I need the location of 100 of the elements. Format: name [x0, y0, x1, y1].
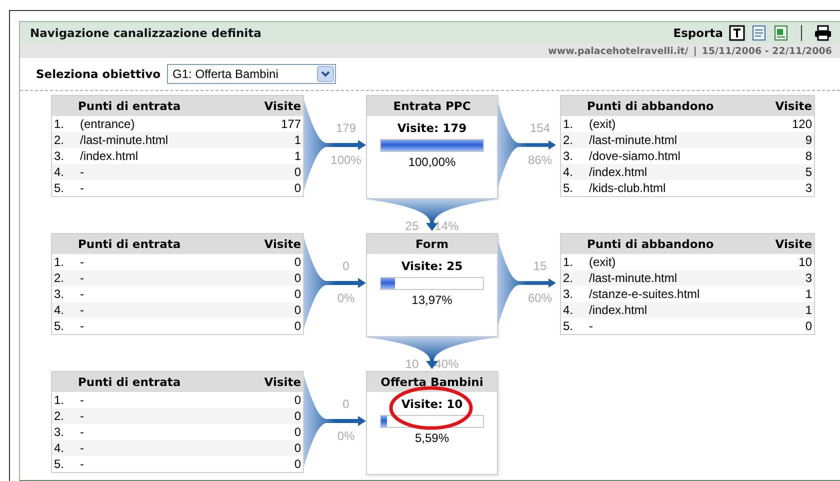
- rank-cell-text: 4.: [563, 165, 574, 179]
- page-cell-text: /index.html: [80, 149, 140, 163]
- column-heading: Punti di entrata: [78, 375, 181, 389]
- rank-cell-text: 2.: [54, 271, 66, 285]
- rank-cell-text: 5.: [54, 319, 66, 333]
- visits-cell: 8: [805, 149, 812, 163]
- page-cell-text: -: [80, 457, 85, 471]
- rank-cell-text: 1.: [563, 117, 574, 131]
- rank-cell-text: 2.: [54, 133, 66, 147]
- rank-cell-text: 3.: [54, 425, 66, 439]
- page-cell-text: -: [80, 425, 85, 439]
- page-cell-text: /stanze-e-suites.html: [589, 287, 701, 301]
- column-heading: Punti di abbandono: [587, 237, 714, 251]
- flow-count: 0: [342, 259, 350, 273]
- flow-count: 10: [405, 357, 419, 371]
- goal-label: Seleziona obiettivo: [36, 67, 161, 81]
- site-url: www.palacehotelravelli.it/: [548, 46, 688, 56]
- visits-cell: 0: [294, 441, 301, 455]
- visits-cell: 3: [805, 181, 812, 195]
- step-title: Form: [367, 234, 497, 254]
- visits-cell: 10: [798, 255, 812, 269]
- column-heading: Punti di abbandono: [587, 99, 714, 113]
- visits-cell: 5: [805, 165, 812, 179]
- page-cell-text: /last-minute.html: [589, 271, 678, 285]
- column-heading: Visite: [264, 99, 301, 113]
- rank-cell-text: 5.: [563, 181, 574, 195]
- rank-cell-text: 1.: [54, 117, 66, 131]
- page-cell-text: -: [80, 393, 85, 407]
- flow-percent: 40%: [434, 357, 459, 371]
- flow-percent: 0%: [336, 291, 356, 305]
- flow-count: 25: [405, 219, 419, 233]
- page-cell-text: -: [589, 319, 594, 333]
- spreadsheet-icon[interactable]: [773, 25, 789, 41]
- visits-cell: 0: [805, 319, 812, 333]
- rank-cell-text: 1.: [54, 393, 66, 407]
- rank-cell-text: 4.: [54, 303, 66, 317]
- step-visits: Visite: 25: [401, 259, 463, 273]
- column-heading: Visite: [775, 99, 812, 113]
- visits-cell: 0: [294, 303, 301, 317]
- step-title: Entrata PPC: [367, 96, 497, 116]
- page-cell-text: -: [80, 303, 85, 317]
- page-cell-text: /index.html: [589, 303, 648, 317]
- page-cell-text: -: [80, 165, 85, 179]
- flow-count: 0: [342, 397, 350, 411]
- visits-cell: 120: [792, 117, 812, 131]
- visits-cell: 0: [294, 165, 301, 179]
- text-file-icon[interactable]: [729, 25, 745, 41]
- visits-cell: 9: [805, 133, 812, 147]
- rank-cell-text: 2.: [563, 271, 574, 285]
- dropdown-caret-icon: [316, 66, 334, 82]
- rank-cell-text: 3.: [563, 149, 574, 163]
- flow-count: 179: [334, 121, 358, 135]
- rank-cell-text: 3.: [54, 287, 66, 301]
- report-title: Navigazione canalizzazione definita: [30, 26, 262, 40]
- page-cell-text: -: [80, 319, 85, 333]
- page-cell-text: (entrance): [80, 117, 136, 131]
- rank-cell-text: 2.: [563, 133, 574, 147]
- page-cell-text: -: [80, 287, 85, 301]
- rank-cell-text: 1.: [563, 255, 574, 269]
- page-cell-text: /last-minute.html: [80, 133, 170, 147]
- rank-cell-text: 4.: [54, 165, 66, 179]
- page-cell-text: -: [80, 255, 85, 269]
- visits-cell: 0: [294, 393, 301, 407]
- page-cell-text: /last-minute.html: [589, 133, 678, 147]
- step-visits: Visite: 179: [397, 121, 467, 135]
- page-cell-text: -: [80, 181, 85, 195]
- visits-cell: 177: [280, 117, 301, 131]
- visits-cell: 0: [294, 457, 301, 471]
- flow-percent: 86%: [526, 153, 554, 167]
- column-heading: Punti di entrata: [78, 99, 181, 113]
- visits-cell: 1: [805, 303, 812, 317]
- step-percent: 5,59%: [414, 431, 450, 445]
- goal-dropdown[interactable]: G1: Offerta Bambini: [166, 64, 336, 84]
- rank-cell-text: 4.: [563, 303, 574, 317]
- rank-cell-text: 3.: [54, 149, 66, 163]
- column-heading: Visite: [264, 237, 301, 251]
- visits-cell: 1: [805, 287, 812, 301]
- column-heading: Visite: [775, 237, 812, 251]
- rank-cell-text: 5.: [54, 181, 66, 195]
- visits-cell: 0: [294, 425, 301, 439]
- visits-cell: 0: [294, 255, 301, 269]
- step-percent: 100,00%: [408, 155, 456, 169]
- page-cell-text: /kids-club.html: [589, 181, 667, 195]
- flow-count: 15: [532, 259, 548, 273]
- page-cell-text: (exit): [589, 117, 617, 131]
- flow-percent: 0%: [336, 429, 356, 443]
- document-icon[interactable]: [751, 25, 767, 41]
- step-percent: 13,97%: [412, 293, 452, 307]
- step-title: Offerta Bambini: [367, 372, 497, 392]
- export-label: Esporta: [673, 26, 723, 40]
- flow-percent: 60%: [526, 291, 554, 305]
- visits-cell: 0: [294, 271, 301, 285]
- visits-cell: 3: [805, 271, 812, 285]
- visits-cell: 1: [294, 149, 301, 163]
- visits-cell: 1: [294, 133, 301, 147]
- visits-cell: 0: [294, 409, 301, 423]
- visits-cell: 0: [294, 181, 301, 195]
- printer-icon[interactable]: [814, 25, 832, 41]
- rank-cell-text: 3.: [563, 287, 574, 301]
- page-cell-text: /index.html: [589, 165, 648, 179]
